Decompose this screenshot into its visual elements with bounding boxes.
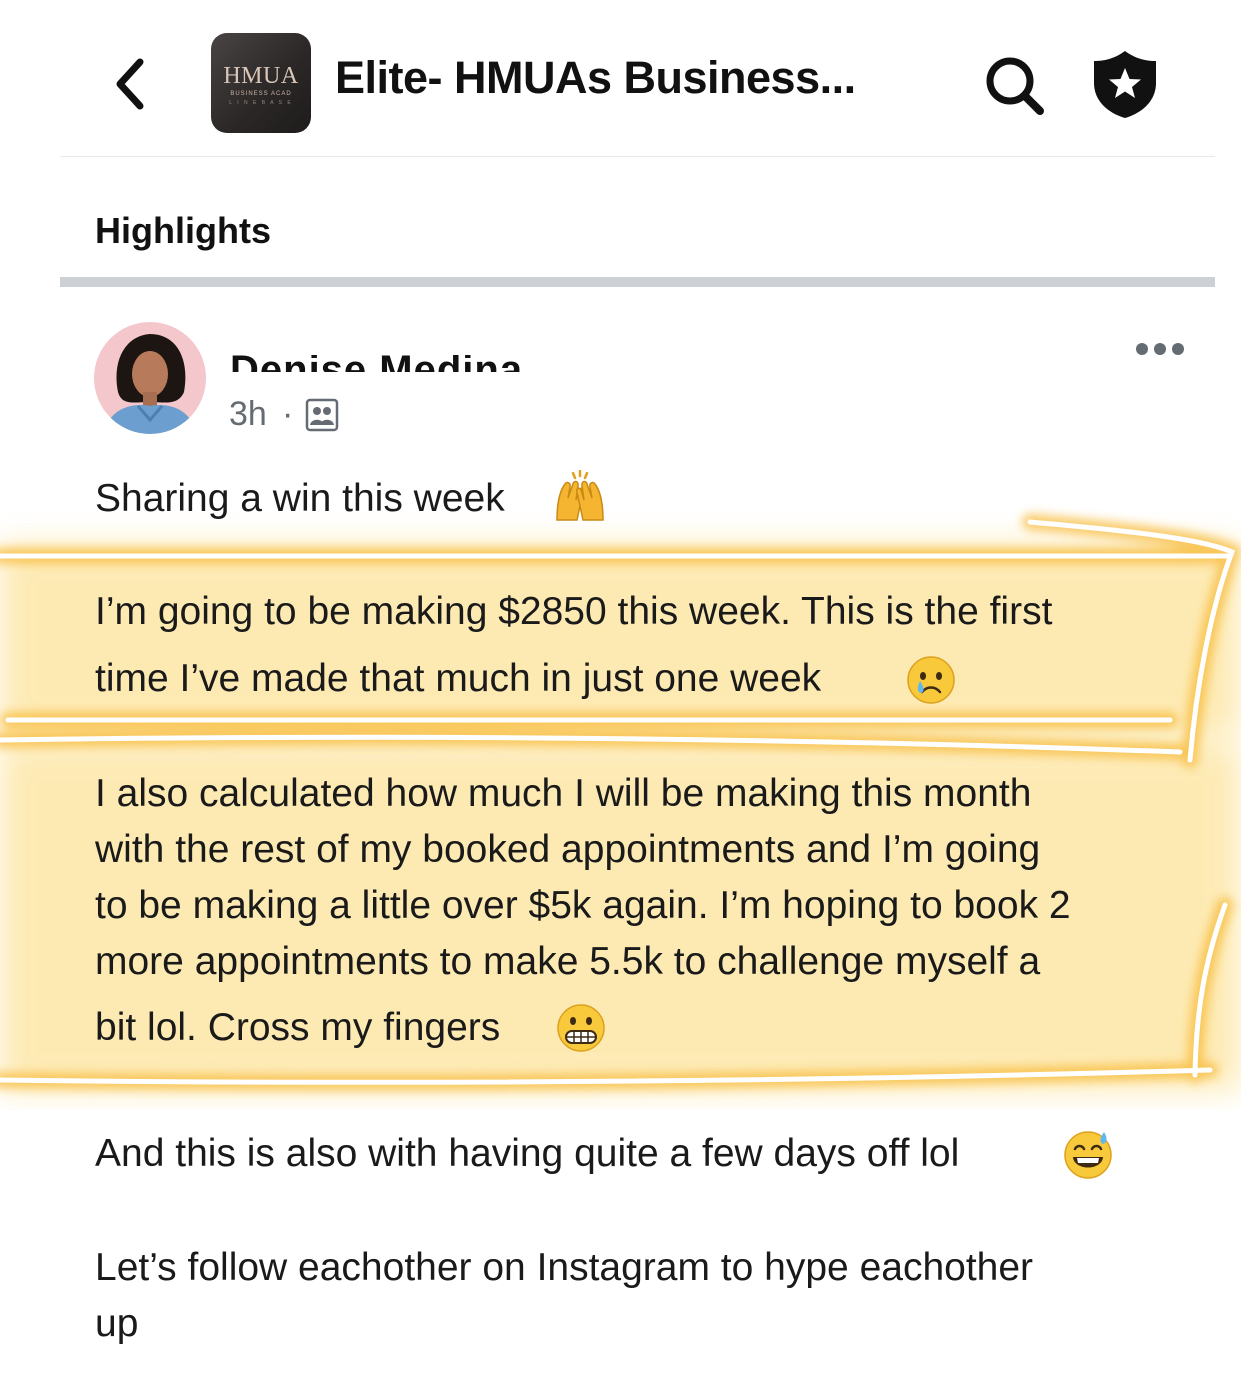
post-text-line: with the rest of my booked appointments … — [95, 828, 1041, 871]
crying-face-emoji — [907, 656, 955, 704]
group-logo-text: HMUA — [223, 63, 299, 89]
raising-hands-emoji — [556, 470, 604, 521]
meta-separator: · — [282, 395, 294, 433]
search-button[interactable] — [980, 50, 1050, 120]
post-text-line: more appointments to make 5.5k to challe… — [95, 940, 1041, 983]
chevron-left-icon — [116, 58, 144, 110]
back-button[interactable] — [110, 52, 156, 112]
grimacing-face-emoji — [557, 1004, 605, 1052]
group-logo-caption: L I N E B A S E — [229, 100, 293, 106]
author-name[interactable]: Denise Medina — [230, 332, 524, 372]
post-text-line: time I’ve made that much in just one wee… — [95, 657, 822, 700]
group-logo-subtext: BUSINESS ACAD — [230, 91, 292, 97]
group-members-icon — [305, 398, 339, 432]
post-text-line: I’m going to be making $2850 this week. … — [95, 590, 1053, 633]
post-timestamp[interactable]: 3h — [229, 395, 267, 434]
group-header: HMUA BUSINESS ACAD L I N E B A S E Elite… — [60, 0, 1215, 157]
post-text-line: I also calculated how much I will be mak… — [95, 772, 1032, 815]
more-options-button[interactable] — [1130, 336, 1190, 362]
group-logo[interactable]: HMUA BUSINESS ACAD L I N E B A S E — [211, 33, 311, 133]
post-text-line: to be making a little over $5k again. I’… — [95, 884, 1071, 927]
ellipsis-icon — [1136, 343, 1184, 355]
search-icon — [986, 57, 1044, 115]
grinning-sweat-emoji — [1064, 1131, 1112, 1179]
author-avatar[interactable] — [94, 322, 206, 434]
section-divider — [60, 277, 1215, 287]
admin-tools-button[interactable] — [1090, 47, 1160, 121]
post-text-line: up — [95, 1302, 139, 1345]
post-text-line: Let’s follow eachother on Instagram to h… — [95, 1246, 1034, 1289]
post-text-line: bit lol. Cross my fingers — [95, 1006, 501, 1049]
post-text-line: And this is also with having quite a few… — [95, 1132, 960, 1175]
post-text-line: Sharing a win this week — [95, 477, 505, 520]
shield-star-icon — [1094, 51, 1156, 118]
highlights-label: Highlights — [95, 210, 271, 251]
group-title[interactable]: Elite- HMUAs Business... — [335, 52, 935, 104]
